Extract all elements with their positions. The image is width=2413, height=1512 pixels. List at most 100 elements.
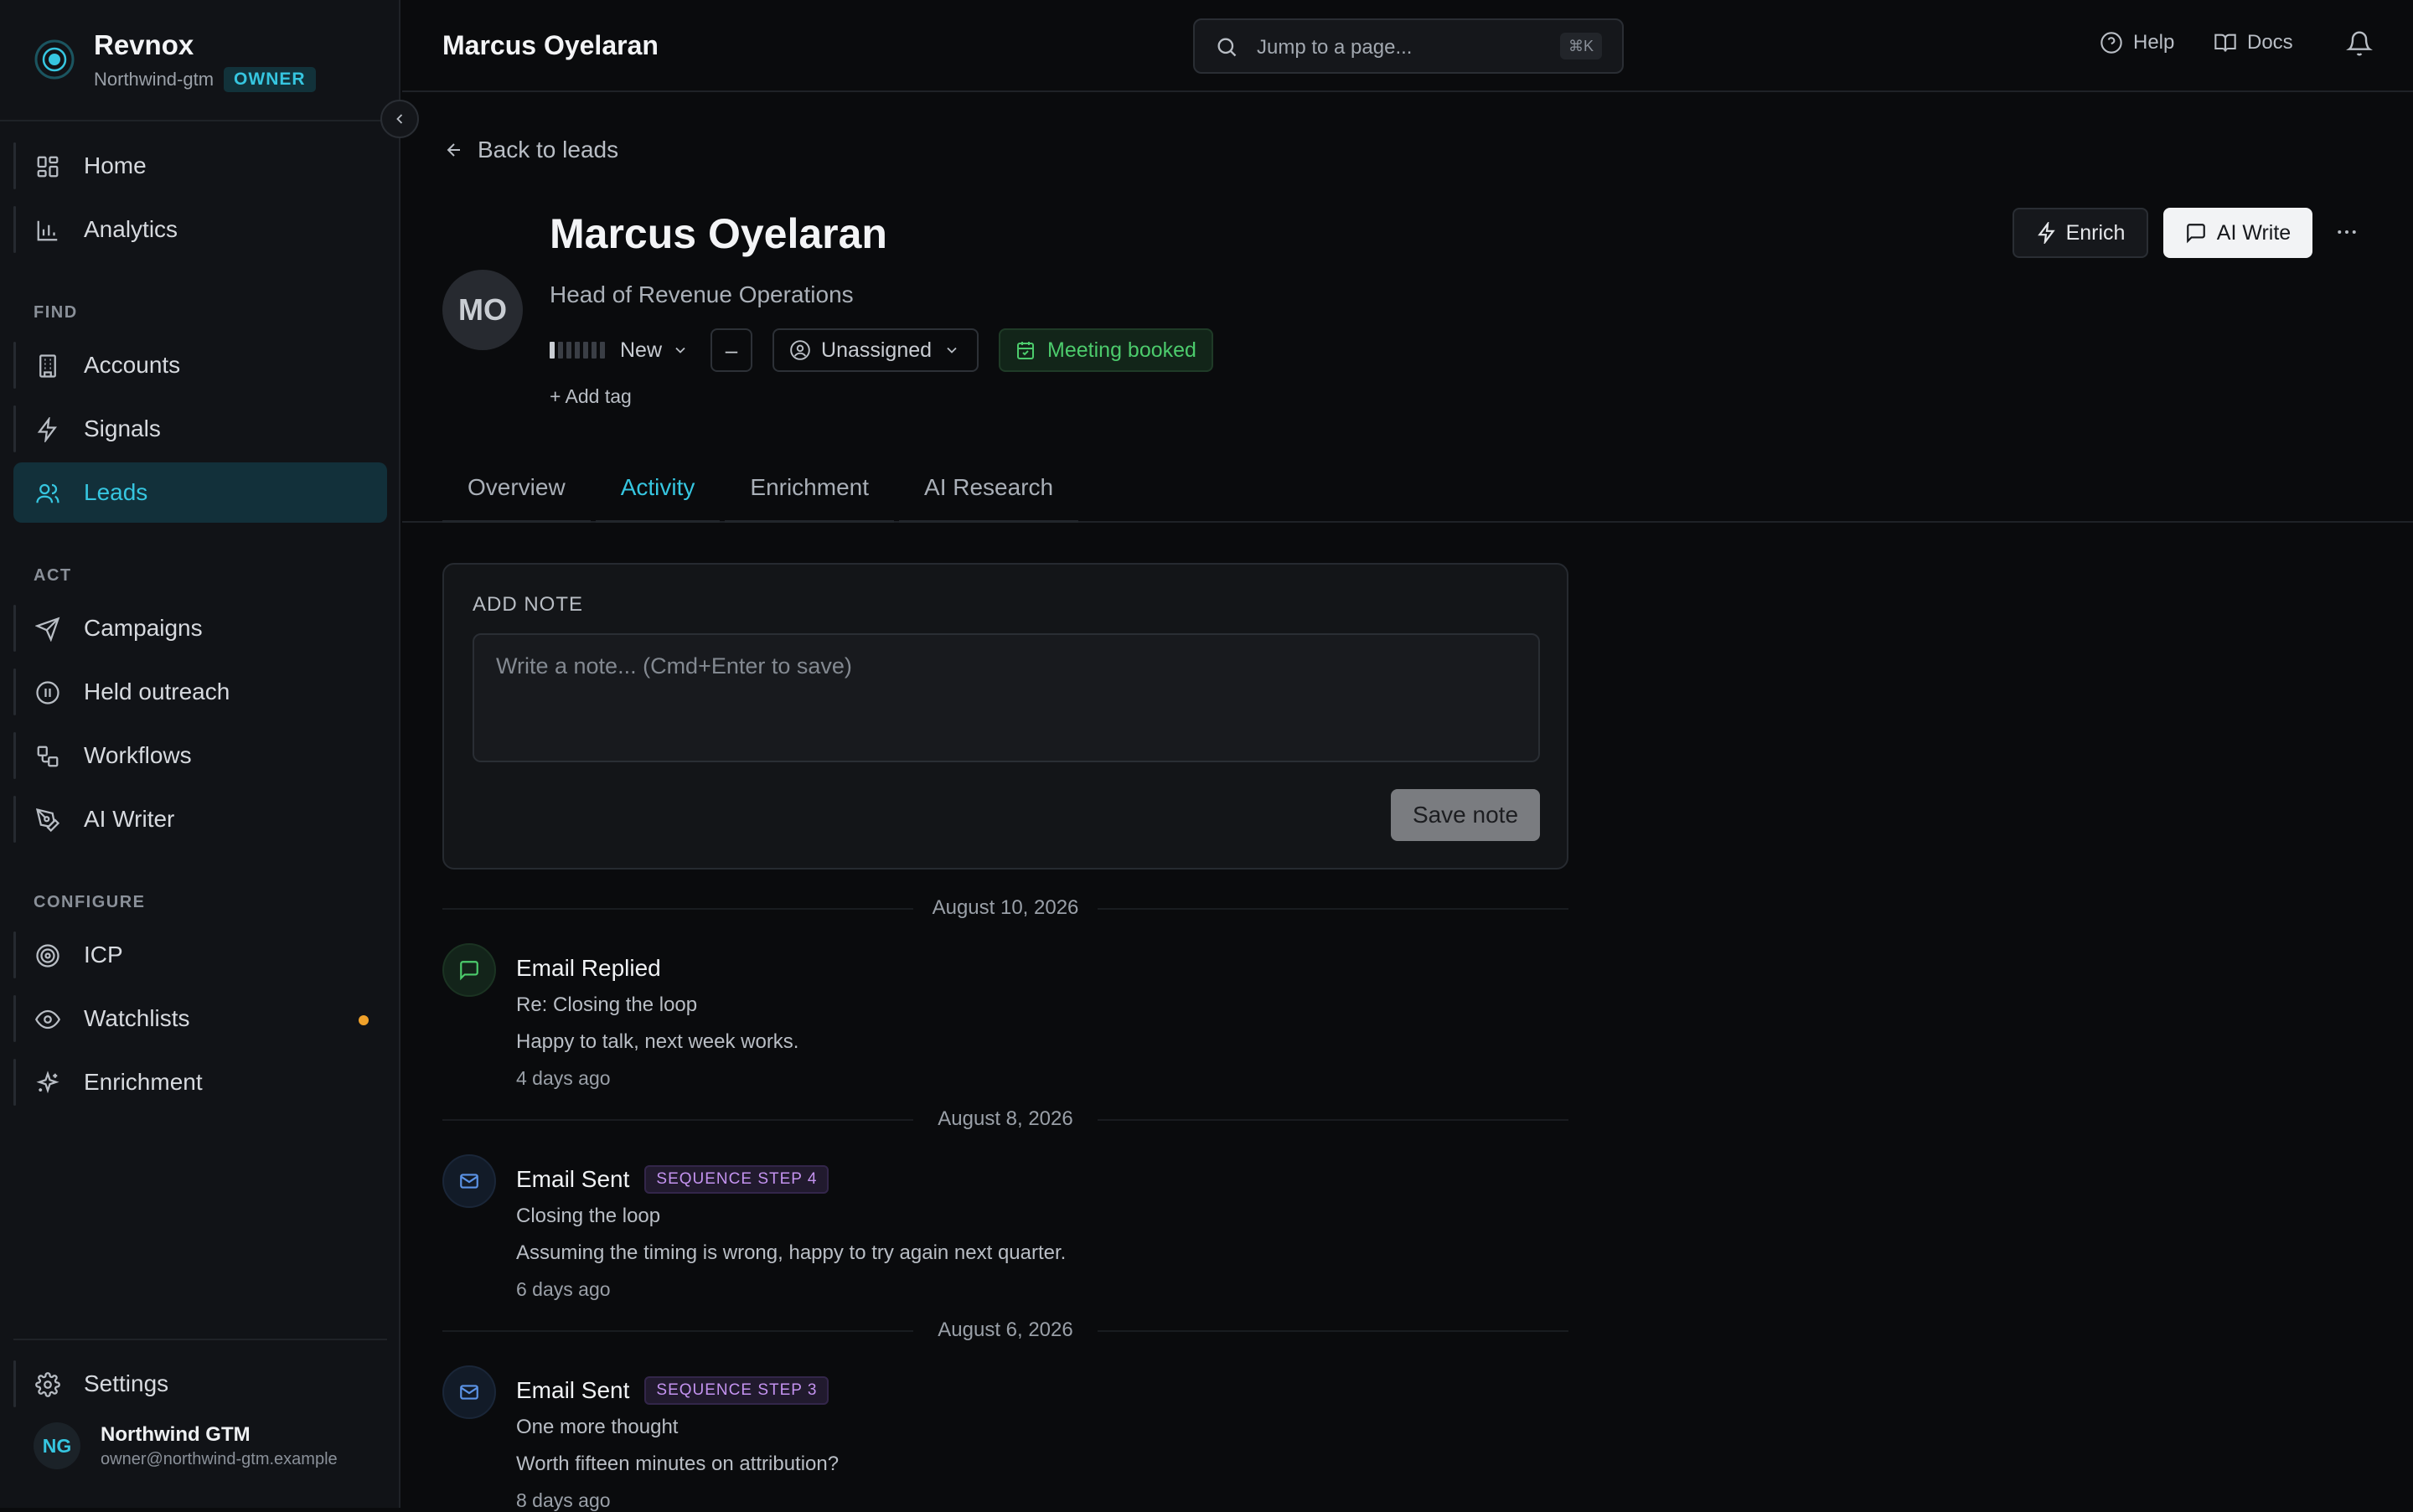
score-bar bbox=[566, 342, 571, 359]
notifications-button[interactable] bbox=[2346, 30, 2373, 57]
section-label-find: FIND bbox=[34, 303, 78, 322]
event-type: Email Replied bbox=[516, 955, 661, 981]
tab-overview[interactable]: Overview bbox=[442, 462, 591, 523]
sidebar-item-accounts[interactable]: Accounts bbox=[13, 335, 387, 395]
back-to-leads-link[interactable]: Back to leads bbox=[444, 137, 618, 163]
more-options-button[interactable] bbox=[2334, 219, 2359, 245]
add-note-label: ADD NOTE bbox=[473, 593, 584, 616]
sidebar-item-home[interactable]: Home bbox=[13, 136, 387, 196]
event-type: Email Sent bbox=[516, 1166, 630, 1192]
lightning-icon bbox=[2037, 222, 2055, 244]
event-type: Email Sent bbox=[516, 1377, 630, 1403]
topbar: Marcus Oyelaran Jump to a page... ⌘K Hel… bbox=[402, 0, 2413, 92]
date-label: August 10, 2026 bbox=[913, 896, 1098, 920]
tab-enrichment[interactable]: Enrichment bbox=[725, 462, 894, 523]
user-name: Northwind GTM bbox=[101, 1422, 251, 1446]
chevron-down-icon bbox=[675, 347, 685, 353]
sidebar-item-label: Campaigns bbox=[84, 615, 203, 641]
sidebar-item-label: Watchlists bbox=[84, 1005, 190, 1031]
sidebar-item-ai-writer[interactable]: AI Writer bbox=[13, 789, 387, 849]
section-label-configure: CONFIGURE bbox=[34, 893, 146, 911]
role-badge: OWNER bbox=[224, 67, 316, 92]
event-icon-badge bbox=[442, 943, 496, 997]
sidebar-item-enrichment[interactable]: Enrichment bbox=[13, 1052, 387, 1112]
sidebar-item-held-outreach[interactable]: Held outreach bbox=[13, 662, 387, 722]
arrow-left-icon bbox=[447, 143, 460, 157]
sidebar-divider bbox=[13, 1339, 387, 1340]
meeting-booked-badge[interactable]: Meeting booked bbox=[999, 328, 1213, 372]
pause-icon bbox=[36, 681, 59, 704]
status-dropdown[interactable]: New bbox=[620, 338, 689, 363]
sidebar-item-analytics[interactable]: Analytics bbox=[13, 199, 387, 260]
score-bar bbox=[583, 342, 588, 359]
help-link[interactable]: Help bbox=[2100, 31, 2174, 54]
user-profile[interactable]: NG Northwind GTM owner@northwind-gtm.exa… bbox=[34, 1422, 338, 1469]
help-icon bbox=[2100, 32, 2122, 54]
event-time: 6 days ago bbox=[516, 1278, 611, 1300]
search-input[interactable]: Jump to a page... ⌘K bbox=[1193, 18, 1624, 74]
page-title: Marcus Oyelaran bbox=[442, 30, 659, 60]
ai-write-label: AI Write bbox=[2216, 220, 2292, 245]
chevron-down-icon bbox=[947, 347, 957, 353]
sidebar-item-watchlists[interactable]: Watchlists bbox=[13, 988, 387, 1049]
tab-ai-research[interactable]: AI Research bbox=[899, 462, 1079, 523]
section-label-act: ACT bbox=[34, 566, 72, 585]
sidebar-item-workflows[interactable]: Workflows bbox=[13, 725, 387, 786]
owner-dropdown[interactable]: Unassigned bbox=[772, 328, 979, 372]
note-textarea[interactable]: Write a note... (Cmd+Enter to save) bbox=[473, 633, 1540, 762]
score-bar bbox=[575, 342, 580, 359]
lead-score-bars bbox=[550, 342, 608, 359]
lead-status-row: New – Unassigned Meeting booked bbox=[550, 328, 1213, 372]
sidebar-item-icp[interactable]: ICP bbox=[13, 925, 387, 985]
date-separator: August 10, 2026 bbox=[442, 896, 1568, 921]
building-icon bbox=[39, 354, 56, 378]
collapse-sidebar-button[interactable] bbox=[380, 100, 419, 138]
sidebar-item-label: ICP bbox=[84, 942, 123, 968]
add-tag-button[interactable]: + Add tag bbox=[550, 385, 632, 408]
sidebar-item-label: Accounts bbox=[84, 352, 181, 378]
tab-activity[interactable]: Activity bbox=[595, 462, 721, 523]
event-time: 8 days ago bbox=[516, 1489, 611, 1511]
lead-name: Marcus Oyelaran bbox=[550, 210, 887, 257]
user-email: owner@northwind-gtm.example bbox=[101, 1449, 338, 1468]
eye-icon bbox=[35, 1009, 60, 1030]
send-icon bbox=[35, 617, 60, 642]
workflow-icon bbox=[37, 746, 59, 767]
priority-button[interactable]: – bbox=[710, 328, 753, 372]
save-note-button[interactable]: Save note bbox=[1391, 789, 1540, 841]
event-body: Happy to talk, next week works. bbox=[516, 1030, 799, 1053]
sidebar-item-label: AI Writer bbox=[84, 806, 175, 832]
sidebar-item-signals[interactable]: Signals bbox=[13, 399, 387, 459]
sidebar-item-leads[interactable]: Leads bbox=[13, 462, 387, 523]
notification-dot bbox=[359, 1015, 369, 1025]
message-square-icon bbox=[2186, 224, 2205, 244]
date-separator: August 6, 2026 bbox=[442, 1318, 1568, 1344]
event-time: 4 days ago bbox=[516, 1067, 611, 1089]
sidebar-item-campaigns[interactable]: Campaigns bbox=[13, 598, 387, 658]
bar-chart-icon bbox=[37, 220, 58, 241]
book-icon bbox=[2214, 34, 2236, 52]
docs-link[interactable]: Docs bbox=[2214, 31, 2293, 54]
sidebar-item-settings[interactable]: Settings bbox=[13, 1354, 387, 1414]
enrich-button[interactable]: Enrich bbox=[2013, 208, 2148, 258]
docs-label: Docs bbox=[2247, 31, 2293, 54]
score-bar bbox=[558, 342, 563, 359]
ai-write-button[interactable]: AI Write bbox=[2163, 208, 2312, 258]
enrich-label: Enrich bbox=[2065, 220, 2126, 245]
sidebar-item-label: Settings bbox=[84, 1370, 169, 1396]
shortcut-hint: ⌘K bbox=[1559, 33, 1602, 59]
lead-job-title: Head of Revenue Operations bbox=[550, 281, 854, 307]
back-label: Back to leads bbox=[478, 137, 619, 163]
status-value: New bbox=[620, 338, 663, 362]
score-bar bbox=[600, 342, 605, 359]
more-horizontal-icon bbox=[2338, 230, 2356, 234]
sidebar-item-label: Workflows bbox=[84, 742, 192, 768]
event-icon-badge bbox=[442, 1365, 496, 1419]
mail-icon bbox=[460, 1385, 478, 1400]
user-circle-icon bbox=[790, 340, 810, 360]
mail-icon bbox=[460, 1174, 478, 1189]
brand[interactable]: Revnox Northwind-gtm OWNER bbox=[34, 30, 316, 92]
lead-avatar: MO bbox=[442, 270, 523, 350]
event-subject: One more thought bbox=[516, 1416, 679, 1438]
target-icon bbox=[36, 944, 59, 968]
